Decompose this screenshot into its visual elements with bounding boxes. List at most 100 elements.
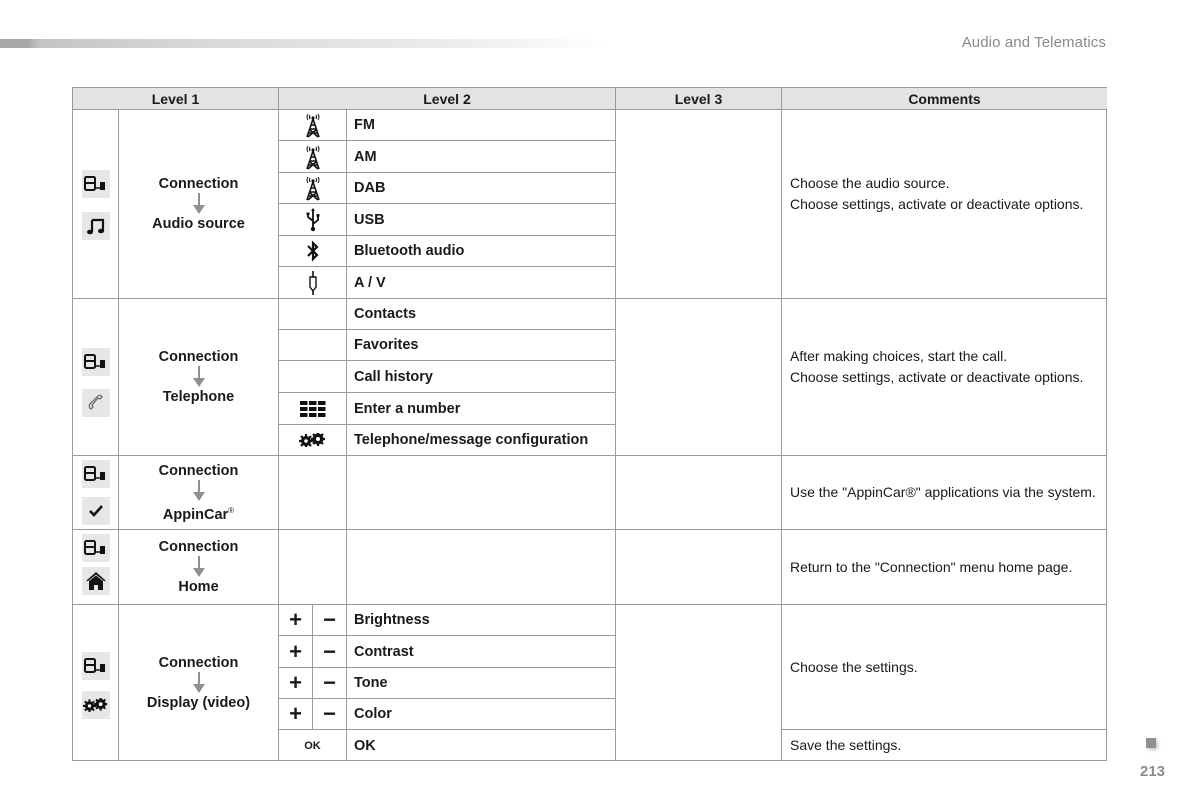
list-item-ok[interactable]: OK bbox=[347, 730, 616, 761]
antenna-icon bbox=[279, 173, 347, 204]
connection-icon bbox=[82, 460, 110, 488]
list-item-brightness[interactable]: Brightness bbox=[347, 605, 616, 636]
audio-level3-cell bbox=[616, 110, 782, 299]
list-item-av[interactable]: A / V bbox=[347, 267, 616, 299]
empty-icon-cell bbox=[279, 330, 347, 361]
jack-plug-icon bbox=[279, 267, 347, 299]
comment-line: Return to the "Connection" menu home pag… bbox=[790, 558, 1073, 575]
audio-level1-label: Connection Audio source bbox=[119, 110, 279, 299]
appincar-level3-cell bbox=[616, 456, 782, 530]
ok-comment: Save the settings. bbox=[782, 730, 1107, 761]
connection-icon bbox=[82, 170, 110, 198]
minus-button[interactable]: − bbox=[313, 699, 347, 730]
connection-icon bbox=[82, 652, 110, 680]
antenna-icon bbox=[279, 141, 347, 173]
plus-button[interactable]: + bbox=[279, 605, 313, 636]
telephone-icons-cell bbox=[73, 299, 119, 456]
home-level3-cell bbox=[616, 530, 782, 605]
home-comment: Return to the "Connection" menu home pag… bbox=[782, 530, 1107, 605]
arrow-down-icon bbox=[192, 556, 206, 578]
page-number: 213 bbox=[1140, 763, 1166, 780]
list-item-color[interactable]: Color bbox=[347, 699, 616, 730]
list-item-bluetooth-audio[interactable]: Bluetooth audio bbox=[347, 236, 616, 267]
appincar-level1-label: Connection AppinCar® bbox=[119, 456, 279, 530]
comment-line: Choose the settings. bbox=[790, 658, 918, 675]
connection-icon bbox=[82, 348, 110, 376]
display-level3-cell bbox=[616, 605, 782, 761]
header-gradient-bar bbox=[0, 39, 610, 48]
comment-line: Use the "AppinCar®" applications via the… bbox=[790, 484, 1096, 501]
comment-line: Choose settings, activate or deactivate … bbox=[790, 195, 1084, 212]
display-comment: Choose the settings. bbox=[782, 605, 1107, 730]
plus-button[interactable]: + bbox=[279, 699, 313, 730]
list-item-am[interactable]: AM bbox=[347, 141, 616, 173]
connection-icon bbox=[82, 534, 110, 562]
comment-line: Choose settings, activate or deactivate … bbox=[790, 368, 1084, 385]
level1-to: Telephone bbox=[162, 389, 235, 405]
empty-icon-cell bbox=[279, 456, 347, 530]
header-level1: Level 1 bbox=[73, 88, 279, 110]
plus-button[interactable]: + bbox=[279, 636, 313, 668]
level1-from: Connection bbox=[158, 349, 239, 365]
comment-line: After making choices, start the call. bbox=[790, 348, 1008, 364]
audio-comment: Choose the audio source. Choose settings… bbox=[782, 110, 1107, 299]
level1-to: Display (video) bbox=[146, 695, 251, 711]
gears-icon bbox=[82, 691, 110, 719]
empty-icon-cell bbox=[279, 299, 347, 330]
comment-line: Choose the audio source. bbox=[790, 175, 950, 191]
empty-icon-cell bbox=[279, 361, 347, 393]
arrow-down-icon bbox=[192, 366, 206, 388]
minus-button[interactable]: − bbox=[313, 668, 347, 699]
keypad-icon bbox=[279, 393, 347, 425]
level1-to: Audio source bbox=[152, 216, 245, 232]
comment-line: Save the settings. bbox=[790, 737, 902, 754]
list-item-contrast[interactable]: Contrast bbox=[347, 636, 616, 668]
telephone-level1-label: Connection Telephone bbox=[119, 299, 279, 456]
home-icons-cell bbox=[73, 530, 119, 605]
list-item-call-history[interactable]: Call history bbox=[347, 361, 616, 393]
arrow-down-icon bbox=[192, 193, 206, 215]
header-level2: Level 2 bbox=[279, 88, 616, 110]
telephone-comment: After making choices, start the call. Ch… bbox=[782, 299, 1107, 456]
list-item-dab[interactable]: DAB bbox=[347, 173, 616, 204]
list-item-usb[interactable]: USB bbox=[347, 204, 616, 236]
level1-to: AppinCar® bbox=[162, 505, 235, 523]
checkmark-icon bbox=[82, 497, 110, 525]
minus-button[interactable]: − bbox=[313, 636, 347, 668]
ok-button[interactable]: OK bbox=[279, 730, 347, 761]
minus-button[interactable]: − bbox=[313, 605, 347, 636]
home-level1-label: Connection Home bbox=[119, 530, 279, 605]
home-icon bbox=[82, 567, 110, 595]
list-item-contacts[interactable]: Contacts bbox=[347, 299, 616, 330]
arrow-down-icon bbox=[192, 672, 206, 694]
menu-table: Level 1 Level 2 Level 3 Comments Connect… bbox=[72, 87, 1107, 761]
list-item-enter-number[interactable]: Enter a number bbox=[347, 393, 616, 425]
empty-level2-cell bbox=[347, 456, 616, 530]
telephone-level3-cell bbox=[616, 299, 782, 456]
list-item-favorites[interactable]: Favorites bbox=[347, 330, 616, 361]
plus-button[interactable]: + bbox=[279, 668, 313, 699]
gears-icon bbox=[279, 425, 347, 456]
level1-from: Connection bbox=[158, 655, 239, 671]
list-item-fm[interactable]: FM bbox=[347, 110, 616, 141]
display-icons-cell bbox=[73, 605, 119, 761]
level1-from: Connection bbox=[158, 462, 239, 479]
list-item-telephone-config[interactable]: Telephone/message configuration bbox=[347, 425, 616, 456]
appincar-icons-cell bbox=[73, 456, 119, 530]
usb-icon bbox=[279, 204, 347, 236]
section-title: Audio and Telematics bbox=[961, 34, 1106, 51]
audio-icons-cell bbox=[73, 110, 119, 299]
level1-to: Home bbox=[178, 579, 219, 595]
empty-level2-cell bbox=[347, 530, 616, 605]
page-marker-icon bbox=[1146, 738, 1156, 748]
phone-handset-icon bbox=[82, 389, 110, 417]
music-note-icon bbox=[82, 212, 110, 240]
level1-from: Connection bbox=[158, 539, 239, 555]
antenna-icon bbox=[279, 110, 347, 141]
list-item-tone[interactable]: Tone bbox=[347, 668, 616, 699]
empty-icon-cell bbox=[279, 530, 347, 605]
appincar-comment: Use the "AppinCar®" applications via the… bbox=[782, 456, 1107, 530]
bluetooth-icon bbox=[279, 236, 347, 267]
display-level1-label: Connection Display (video) bbox=[119, 605, 279, 761]
header-comments: Comments bbox=[782, 88, 1107, 110]
